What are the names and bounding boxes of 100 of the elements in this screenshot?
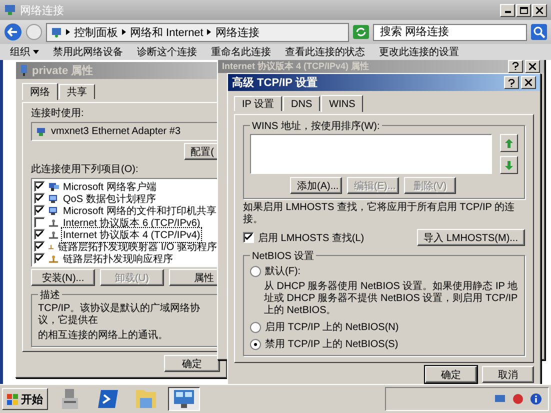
protocol-icon	[48, 254, 59, 264]
network-icon[interactable]	[494, 393, 506, 405]
search-field[interactable]: 搜索 网络连接	[373, 24, 527, 40]
refresh-icon[interactable]	[353, 25, 369, 39]
toolbar-item[interactable]: 更改此连接的设置	[379, 45, 459, 59]
close-button[interactable]	[532, 4, 547, 16]
tab[interactable]: 共享	[59, 84, 95, 99]
checkbox[interactable]	[34, 217, 45, 228]
close-button[interactable]	[521, 76, 536, 89]
windows-flag-icon	[7, 394, 19, 404]
terminal-icon	[98, 390, 118, 408]
adapter-icon	[20, 65, 28, 76]
group-label: WINS 地址，按使用排序(W):	[250, 119, 382, 133]
checkbox[interactable]	[34, 193, 45, 204]
radio-button[interactable]	[250, 266, 261, 276]
checkbox[interactable]	[243, 232, 254, 243]
dialog-button[interactable]: 安装(N)...	[31, 269, 95, 286]
maximize-button[interactable]	[516, 4, 531, 16]
help-button[interactable]	[504, 76, 519, 89]
tab[interactable]: WINS	[321, 95, 364, 112]
close-icon	[525, 79, 532, 86]
search-icon[interactable]	[531, 24, 547, 40]
window-title: Internet 协议版本 4 (TCP/IPv4) 属性	[222, 60, 370, 72]
list-item[interactable]: Microsoft 网络的文件和打印机共享	[62, 204, 218, 218]
breadcrumb[interactable]: 网络和 Internet	[130, 24, 204, 40]
list-item[interactable]: 链路层拓扑发现响应程序	[62, 252, 174, 266]
adapter-icon	[36, 126, 47, 136]
checkbox-label: 启用 LMHOSTS 查找(L)	[258, 232, 364, 244]
window-title: 高级 TCP/IP 设置	[232, 76, 318, 90]
window-title: private 属性	[32, 64, 94, 78]
checkbox[interactable]	[34, 241, 45, 252]
up-arrow-icon	[505, 138, 513, 148]
maximize-icon	[520, 6, 528, 14]
address-bar[interactable]: 控制面板 网络和 Internet 网络连接	[46, 22, 349, 42]
tab[interactable]: IP 设置	[234, 96, 282, 111]
start-button[interactable]: 开始	[2, 388, 48, 410]
toolbar-item[interactable]: 重命名此连接	[211, 45, 271, 59]
close-icon	[529, 62, 536, 70]
network-icon	[174, 390, 194, 408]
tab[interactable]: 网络	[22, 83, 58, 100]
question-icon	[508, 78, 515, 86]
control-panel-icon	[51, 26, 62, 38]
protocol-icon	[48, 230, 59, 240]
checkbox[interactable]	[34, 253, 45, 264]
toolbar-item[interactable]: 查看此连接的状态	[285, 45, 365, 59]
caret-icon	[122, 29, 126, 35]
radio-label: 默认(F):	[265, 265, 301, 278]
close-icon	[536, 6, 543, 14]
group-label: NetBIOS 设置	[250, 249, 316, 263]
group-label: 描述	[38, 288, 62, 302]
configure-button[interactable]: 配置(	[184, 143, 220, 160]
lmhosts-note: 如果启用 LMHOSTS 查找，它将应用于所有启用 TCP/IP 的连接。	[243, 202, 516, 226]
question-icon	[512, 62, 519, 70]
import-button[interactable]: 导入 LMHOSTS(M)...	[416, 229, 525, 246]
description-text: 的相互连接的网络上的通讯。	[38, 330, 169, 342]
info-icon[interactable]	[530, 393, 542, 405]
cancel-button[interactable]: 取消	[482, 366, 534, 383]
dialog-button[interactable]: 添加(A)...	[290, 177, 342, 194]
toolbar-item[interactable]: 诊断这个连接	[137, 45, 197, 59]
checkbox[interactable]	[34, 205, 45, 216]
checkbox[interactable]	[34, 181, 45, 192]
ok-button[interactable]: 确定	[164, 355, 220, 372]
ok-button[interactable]: 确定	[425, 366, 477, 383]
toolbar-item[interactable]: 组织	[10, 45, 39, 59]
move-up-button[interactable]	[500, 134, 518, 152]
breadcrumb[interactable]: 控制面板	[74, 24, 118, 40]
close-button[interactable]	[525, 60, 540, 72]
adapter-name: vmxnet3 Ethernet Adapter #3	[51, 126, 181, 137]
protocol-icon	[48, 218, 59, 228]
network-service-icon	[48, 194, 59, 204]
option-note: 从 DHCP 服务器使用 NetBIOS 设置。如果使用静态 IP 地址或 DHCP 服务器不提供 NetBIOS 设置，则启用 TCP/IP 上的 NetBIOS。	[263, 281, 518, 317]
network-service-icon	[48, 206, 59, 216]
network-client-icon	[48, 182, 59, 192]
minimize-button[interactable]	[500, 4, 515, 16]
help-button[interactable]	[508, 60, 523, 72]
radio-button[interactable]	[250, 322, 261, 332]
taskbar-app[interactable]	[168, 387, 200, 411]
server-icon	[62, 389, 78, 409]
toolbar-item[interactable]: 禁用此网络设备	[53, 45, 123, 59]
connect-using-label: 连接时使用:	[31, 106, 85, 120]
list-item[interactable]: Internet 协议版本 6 (TCP/IPv6)	[62, 216, 202, 230]
breadcrumb[interactable]: 网络连接	[215, 24, 260, 40]
down-arrow-icon	[505, 160, 513, 170]
radio-label: 启用 TCP/IP 上的 NetBIOS(N)	[265, 320, 399, 334]
list-item[interactable]: QoS 数据包计划程序	[62, 192, 157, 206]
checkbox[interactable]	[34, 229, 45, 240]
back-icon[interactable]	[4, 23, 22, 41]
radio-label: 禁用 TCP/IP 上的 NetBIOS(S)	[265, 338, 398, 351]
tab[interactable]: DNS	[283, 96, 320, 111]
dialog-button[interactable]: 属性	[169, 269, 220, 286]
caret-icon	[66, 29, 70, 35]
folder-icon	[136, 390, 156, 408]
wins-address-list[interactable]	[250, 134, 492, 174]
radio-button[interactable]	[250, 338, 261, 350]
description-text: TCP/IP。该协议是默认的广域网络协议，它提供在	[38, 303, 202, 327]
items-label: 此连接使用下列项目(O):	[31, 162, 140, 176]
network-icon	[4, 4, 16, 16]
move-down-button[interactable]	[500, 156, 518, 174]
list-item[interactable]: Microsoft 网络客户端	[62, 180, 158, 194]
list-item[interactable]: Internet 协议版本 4 (TCP/IPv4)	[62, 228, 202, 242]
